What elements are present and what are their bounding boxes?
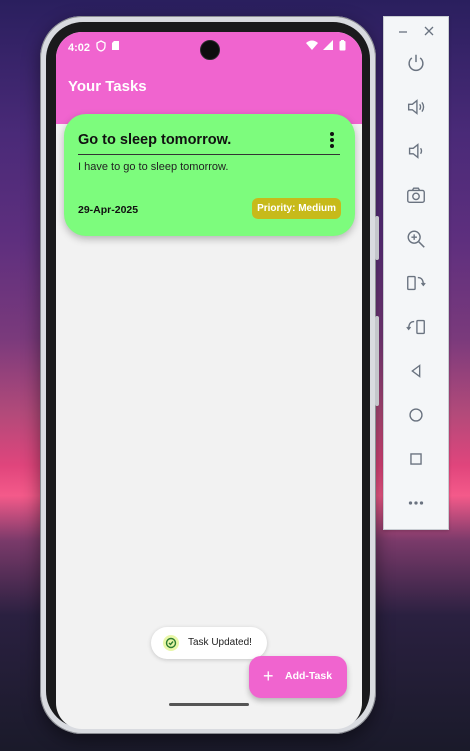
rotate-left-button[interactable] — [384, 265, 448, 301]
status-icons-right — [306, 40, 346, 51]
toast-text: Task Updated! — [188, 637, 252, 648]
camera-icon — [407, 187, 425, 204]
front-camera — [200, 40, 220, 60]
device-screen: 4:02 Your Tasks Go to sleep tomorrow. I … — [56, 32, 362, 729]
plus-icon: + — [263, 666, 274, 686]
volume-up-icon — [407, 99, 425, 115]
gesture-nav-bar[interactable] — [169, 703, 249, 706]
rotate-left-icon — [407, 275, 426, 291]
emulator-toolbar — [383, 16, 449, 530]
task-card[interactable]: Go to sleep tomorrow. I have to go to sl… — [64, 114, 355, 236]
volume-down-icon — [408, 143, 423, 159]
volume-down-button[interactable] — [384, 133, 448, 169]
close-icon[interactable] — [424, 26, 434, 36]
shield-icon — [96, 40, 106, 52]
card-divider — [78, 154, 340, 155]
emulator-window-controls — [384, 17, 448, 45]
home-icon — [409, 408, 423, 422]
more-button[interactable] — [384, 485, 448, 521]
minimize-icon[interactable] — [398, 27, 408, 37]
rotate-right-icon — [406, 319, 425, 335]
volume-up-button[interactable] — [384, 89, 448, 125]
wifi-icon — [306, 40, 318, 50]
toast-notification: Task Updated! — [151, 627, 267, 659]
add-task-label: Add-Task — [285, 670, 333, 682]
status-bar: 4:02 — [56, 32, 362, 62]
phone-side-button — [375, 216, 379, 260]
app-badge-icon — [163, 635, 179, 651]
priority-badge: Priority: Medium — [252, 198, 341, 219]
zoom-button[interactable] — [384, 221, 448, 257]
back-button[interactable] — [384, 353, 448, 389]
status-time: 4:02 — [68, 42, 91, 54]
phone-volume-button — [375, 316, 379, 406]
zoom-icon — [407, 230, 425, 248]
add-task-button[interactable]: + Add-Task — [249, 656, 347, 698]
back-icon — [411, 364, 421, 378]
screenshot-button[interactable] — [384, 177, 448, 213]
home-button[interactable] — [384, 397, 448, 433]
signal-icon — [323, 40, 333, 50]
power-icon — [408, 54, 424, 72]
sd-card-icon — [112, 41, 119, 50]
status-icons-left — [96, 40, 120, 52]
power-button[interactable] — [384, 45, 448, 81]
task-description: I have to go to sleep tomorrow. — [78, 161, 229, 173]
overview-icon — [410, 453, 422, 465]
rotate-right-button[interactable] — [384, 309, 448, 345]
task-title: Go to sleep tomorrow. — [78, 132, 232, 148]
task-date: 29-Apr-2025 — [78, 204, 139, 216]
more-icon — [408, 501, 424, 505]
battery-icon — [339, 40, 346, 51]
page-title: Your Tasks — [68, 78, 147, 95]
overview-button[interactable] — [384, 441, 448, 477]
more-options-icon[interactable] — [329, 132, 335, 150]
check-icon — [165, 637, 177, 649]
